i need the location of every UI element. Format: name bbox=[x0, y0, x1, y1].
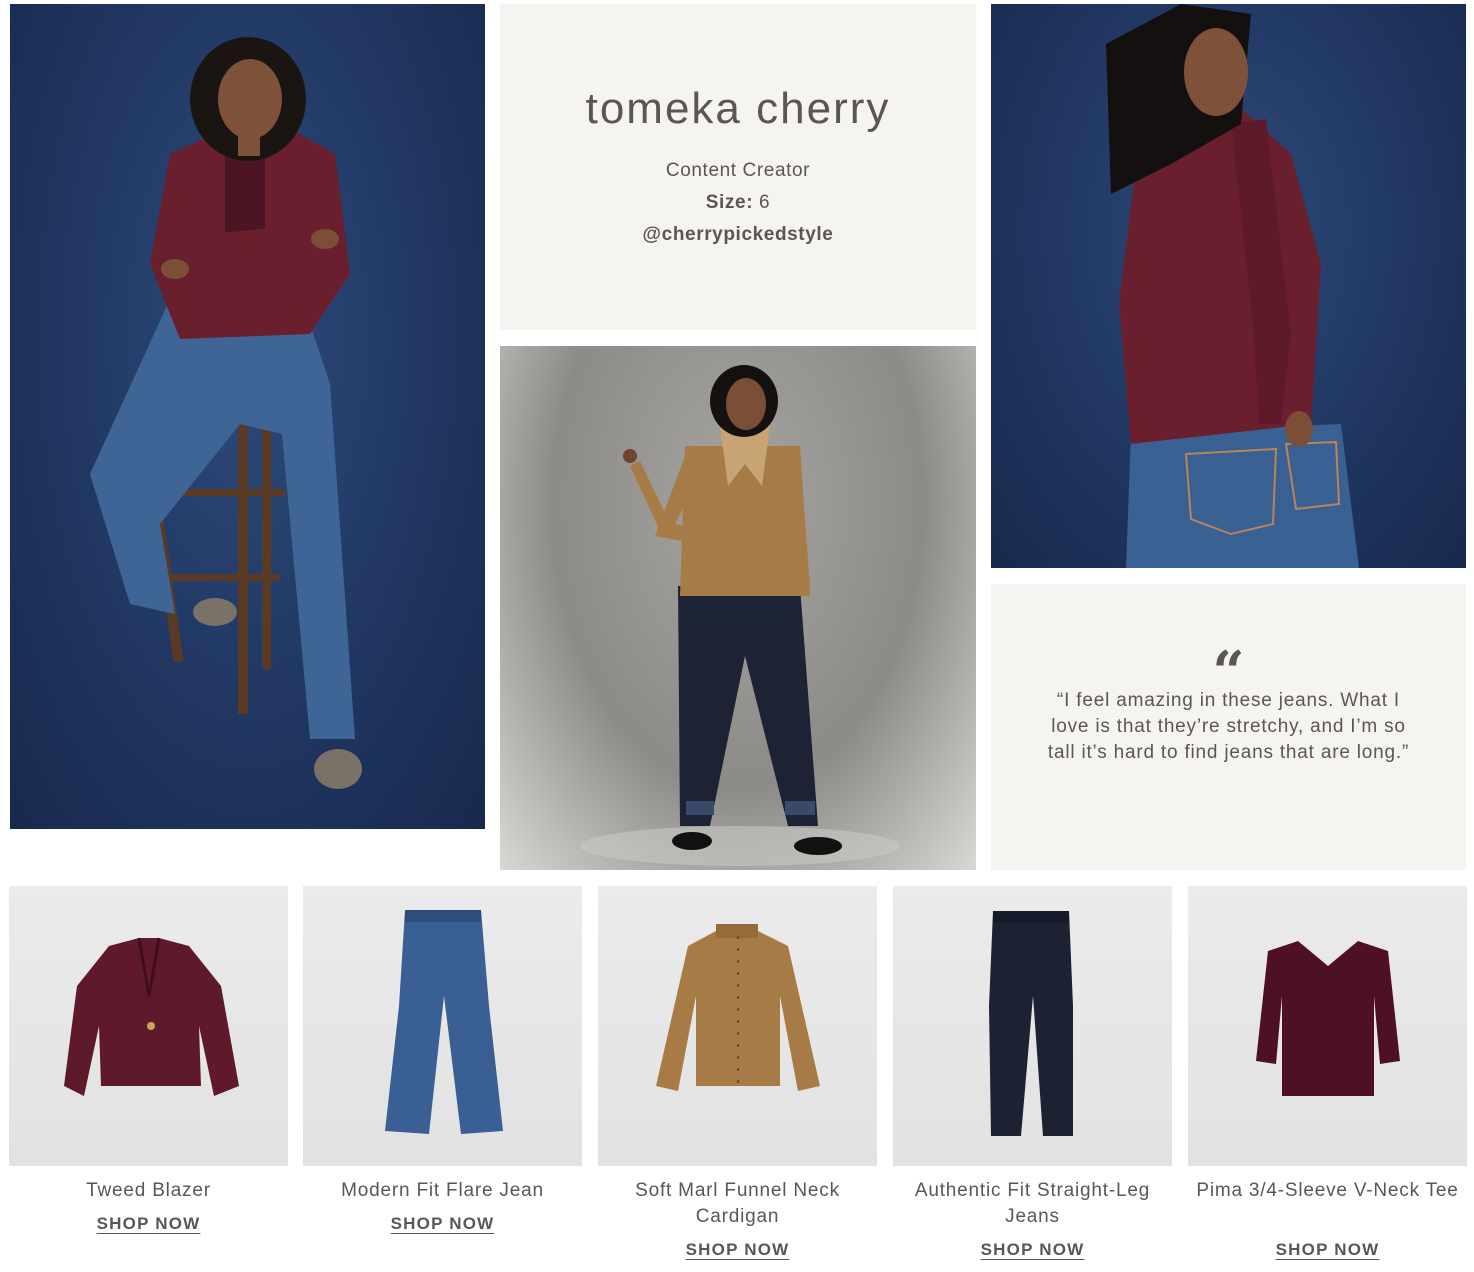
testimonial-text: “I feel amazing in these jeans. What I l… bbox=[1047, 690, 1410, 763]
product-name[interactable]: Soft Marl Funnel Neck Cardigan bbox=[598, 1178, 877, 1230]
size-value: 6 bbox=[759, 192, 771, 213]
creator-name: tomeka cherry bbox=[585, 84, 891, 133]
creator-size: Size: 6 bbox=[500, 192, 976, 214]
shop-now-link[interactable]: SHOP NOW bbox=[303, 1214, 582, 1234]
shop-now-link[interactable]: SHOP NOW bbox=[9, 1214, 288, 1234]
product-image-flare-jean[interactable] bbox=[303, 886, 582, 1166]
product-image-tweed-blazer[interactable] bbox=[9, 886, 288, 1166]
model-photo-back bbox=[991, 4, 1466, 568]
cardigan-icon bbox=[656, 924, 820, 1091]
shop-now-link[interactable]: SHOP NOW bbox=[598, 1240, 877, 1260]
size-label: Size: bbox=[705, 192, 754, 213]
flare-jean-icon bbox=[385, 910, 503, 1134]
product-name[interactable]: Pima 3/4-Sleeve V-Neck Tee bbox=[1188, 1178, 1467, 1204]
creator-role: Content Creator bbox=[665, 160, 811, 181]
shop-now-link[interactable]: SHOP NOW bbox=[1188, 1240, 1467, 1260]
quote-card: “ “I feel amazing in these jeans. What I… bbox=[991, 584, 1466, 870]
product-image-vneck-tee[interactable] bbox=[1188, 886, 1467, 1166]
model-photo-seated bbox=[10, 4, 485, 829]
product-name[interactable]: Authentic Fit Straight-Leg Jeans bbox=[893, 1178, 1172, 1230]
shop-now-link[interactable]: SHOP NOW bbox=[893, 1240, 1172, 1260]
vneck-tee-icon bbox=[1256, 941, 1400, 1096]
model-photo-standing bbox=[500, 346, 976, 870]
product-name[interactable]: Tweed Blazer bbox=[9, 1178, 288, 1204]
product-image-cardigan[interactable] bbox=[598, 886, 877, 1166]
product-image-straight-jean[interactable] bbox=[893, 886, 1172, 1166]
profile-card: tomeka cherry Content Creator Size: 6 @c… bbox=[500, 4, 976, 330]
straight-jean-icon bbox=[989, 911, 1073, 1136]
blazer-icon bbox=[64, 937, 239, 1096]
product-name[interactable]: Modern Fit Flare Jean bbox=[303, 1178, 582, 1204]
creator-handle[interactable]: @cherrypickedstyle bbox=[500, 224, 976, 246]
